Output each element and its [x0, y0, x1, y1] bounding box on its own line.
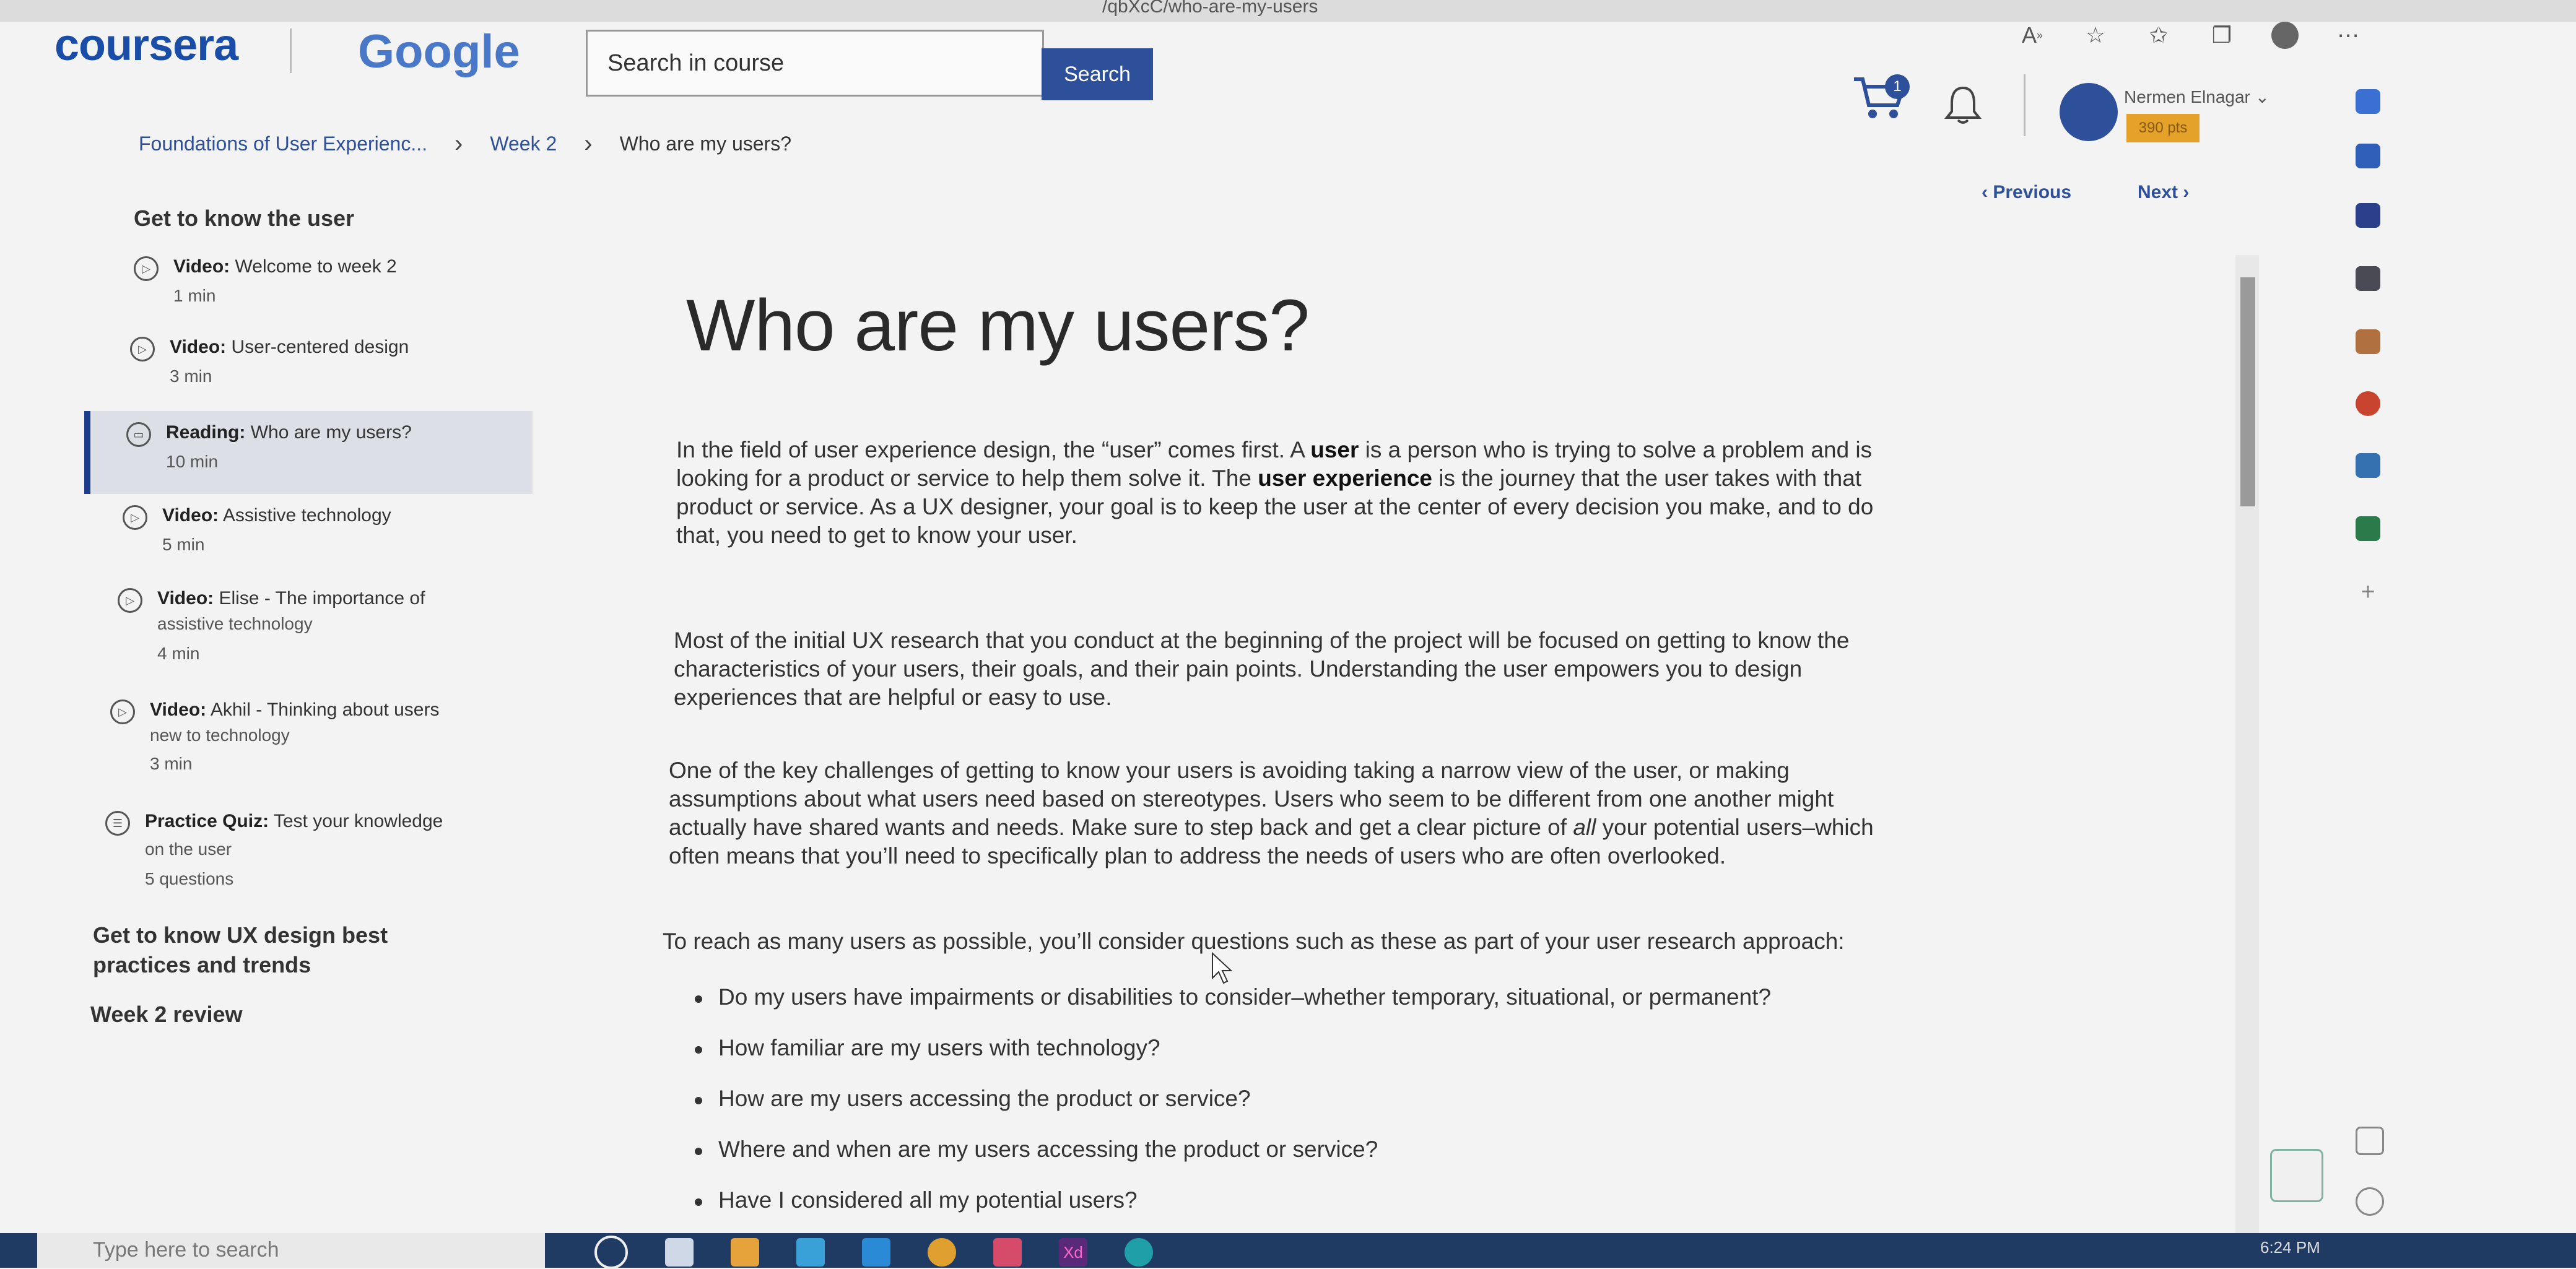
play-icon: ▷: [134, 256, 159, 281]
page-title: Who are my users?: [686, 285, 1310, 366]
adobe-xd-icon[interactable]: Xd: [1059, 1238, 1087, 1267]
paragraph-4: To reach as many users as possible, you’…: [663, 929, 1845, 954]
list-item: How familiar are my users with technolog…: [671, 1034, 1910, 1085]
edge-icon[interactable]: [1125, 1238, 1153, 1267]
games-icon[interactable]: [2356, 329, 2380, 354]
add-icon[interactable]: +: [2356, 578, 2380, 605]
course-search-box[interactable]: [586, 30, 1044, 97]
play-icon: ▷: [110, 699, 135, 724]
section-week-2-review[interactable]: Week 2 review: [90, 1002, 243, 1028]
shopping-tag-icon[interactable]: [2356, 203, 2380, 228]
quiz-icon: ☰: [105, 811, 130, 836]
previous-button[interactable]: ‹ Previous: [1982, 182, 2071, 203]
play-icon: ▷: [130, 337, 155, 362]
cortana-icon[interactable]: [594, 1236, 628, 1269]
chevron-right-icon: ›: [584, 130, 593, 157]
breadcrumb: Foundations of User Experienc... › Week …: [139, 130, 791, 158]
feedback-button[interactable]: [2270, 1149, 2323, 1202]
taskbar-search[interactable]: Type here to search: [37, 1233, 545, 1268]
google-logo: Google: [358, 25, 520, 78]
header-divider: [2024, 74, 2026, 136]
favorites-icon[interactable]: ✩: [2145, 22, 2172, 49]
profile-icon[interactable]: [2271, 22, 2299, 49]
notifications-bell-icon[interactable]: [1944, 84, 1982, 125]
drop-icon[interactable]: [2356, 516, 2380, 541]
taskbar-search-text: Type here to search: [93, 1238, 279, 1262]
paragraph-3: One of the key challenges of getting to …: [669, 758, 1874, 868]
book-icon: ▭: [126, 422, 151, 447]
chrome-icon[interactable]: [928, 1238, 956, 1267]
points-badge: 390 pts: [2126, 114, 2200, 142]
logo-divider: [290, 28, 292, 73]
cart-count-badge: 1: [1885, 74, 1910, 99]
mouse-cursor-icon: [1212, 952, 1232, 984]
coursera-logo[interactable]: coursera: [54, 20, 238, 71]
paragraph-2: Most of the initial UX research that you…: [674, 628, 1850, 710]
outlook-icon[interactable]: [2356, 453, 2380, 478]
figma-icon[interactable]: [993, 1238, 1022, 1267]
browser-toolbar: A» ☆ ✩ ❐ ⋯: [2019, 14, 2362, 57]
teamviewer-icon[interactable]: [862, 1238, 890, 1267]
more-icon[interactable]: ⋯: [2334, 22, 2362, 49]
read-aloud-icon[interactable]: A»: [2019, 22, 2046, 49]
paragraph-1: In the field of user experience design, …: [676, 437, 1874, 548]
browser-side-panel: +: [2334, 62, 2403, 1238]
favorite-add-icon[interactable]: ☆: [2082, 22, 2109, 49]
user-name-dropdown[interactable]: Nermen Elnagar ⌄: [2124, 87, 2269, 107]
file-explorer-icon[interactable]: [731, 1238, 759, 1267]
breadcrumb-current: Who are my users?: [619, 132, 791, 155]
chevron-right-icon: ›: [455, 130, 463, 157]
list-item: Where and when are my users accessing th…: [671, 1135, 1910, 1186]
play-icon: ▷: [123, 505, 147, 530]
search-icon[interactable]: [2356, 89, 2380, 114]
mail-icon[interactable]: [796, 1238, 825, 1267]
breadcrumb-week[interactable]: Week 2: [490, 132, 557, 155]
list-item: Have I considered all my potential users…: [671, 1186, 1910, 1237]
collections-icon[interactable]: ❐: [2208, 22, 2235, 49]
section-ux-best-practices[interactable]: Get to know UX design best practices and…: [93, 922, 388, 978]
sidebar-toggle-icon[interactable]: [2356, 1127, 2384, 1155]
task-view-icon[interactable]: [665, 1238, 694, 1267]
settings-icon[interactable]: [2356, 1187, 2384, 1216]
office-icon[interactable]: [2356, 391, 2380, 416]
next-button[interactable]: Next ›: [2138, 182, 2189, 203]
course-search-input[interactable]: [588, 32, 1042, 95]
sparkle-icon[interactable]: [2356, 144, 2380, 168]
play-icon: ▷: [118, 588, 142, 613]
list-item: Do my users have impairments or disabili…: [671, 983, 1910, 1034]
user-avatar[interactable]: [2060, 83, 2118, 141]
url-text: /qbXcC/who-are-my-users: [1102, 0, 1318, 17]
scrollbar-thumb[interactable]: [2240, 277, 2255, 506]
taskbar-icons: Xd: [594, 1236, 1153, 1269]
search-button[interactable]: Search: [1042, 48, 1153, 100]
section-get-to-know-the-user[interactable]: Get to know the user: [134, 206, 354, 232]
taskbar-clock: 6:24 PM: [2260, 1238, 2320, 1257]
question-list: Do my users have impairments or disabili…: [671, 983, 1910, 1237]
list-item: How are my users accessing the product o…: [671, 1085, 1910, 1135]
tools-icon[interactable]: [2356, 266, 2380, 291]
breadcrumb-course[interactable]: Foundations of User Experienc...: [139, 132, 427, 155]
